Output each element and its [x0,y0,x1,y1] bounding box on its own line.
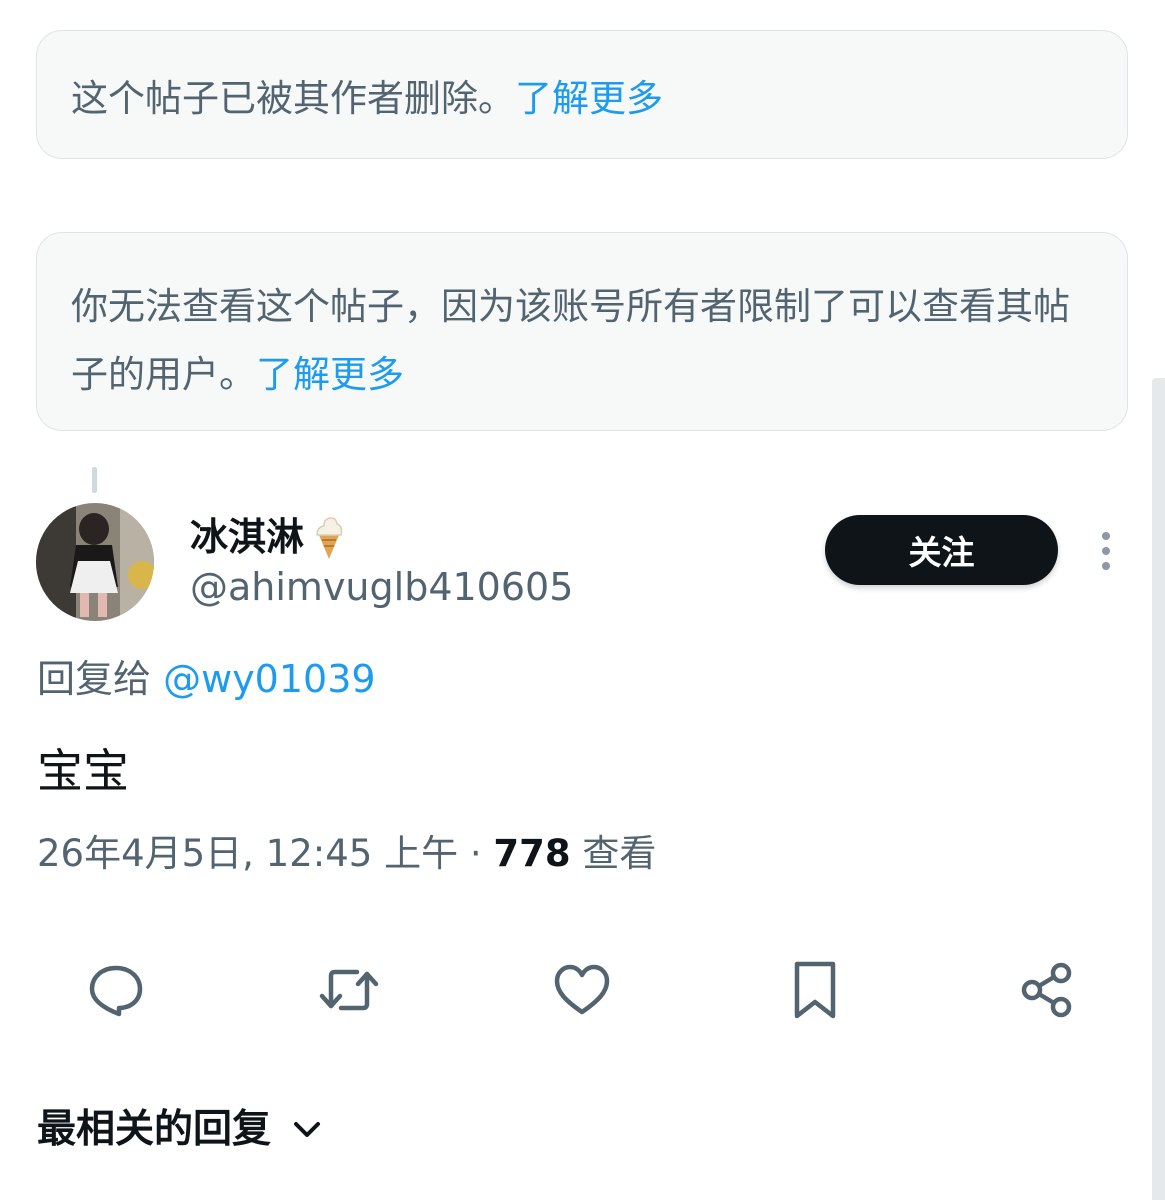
like-icon [554,964,610,1015]
more-options-button[interactable] [1091,530,1121,572]
repost-icon [319,969,379,1011]
reply-to-prefix: 回复给 [37,657,152,701]
notice-text: 这个帖子已被其作者删除。 [71,77,515,120]
reply-button[interactable] [84,958,148,1022]
deleted-post-notice: 这个帖子已被其作者删除。了解更多 [36,30,1128,159]
display-name-text: 冰淇淋 [190,515,305,559]
post-text: 宝宝 [37,744,129,798]
post-timestamp[interactable]: 26年4月5日, 12:45 上午 [37,832,458,875]
learn-more-link[interactable]: 了解更多 [256,353,404,396]
author-display-name[interactable]: 冰淇淋 [190,512,346,562]
views-label: 查看 [582,832,657,875]
more-vertical-icon [1102,532,1110,570]
chevron-down-icon [294,1122,321,1137]
share-button[interactable] [1015,958,1079,1022]
author-handle[interactable]: @ahimvuglb410605 [190,562,573,612]
replies-sort-label: 最相关的回复 [37,1107,272,1152]
share-icon [1021,962,1072,1018]
meta-separator: · [469,832,482,875]
scrollbar[interactable] [1152,378,1165,1200]
post-meta: 26年4月5日, 12:45 上午 · 778 查看 [37,829,656,879]
like-button[interactable] [550,958,614,1022]
notice-text: 你无法查看这个帖子，因为该账号所有者限制了可以查看其帖子的用户。 [71,285,1070,396]
avatar-image [36,503,154,621]
reply-to-handle-link[interactable]: @wy01039 [163,657,375,701]
follow-button[interactable]: 关注 [825,515,1058,585]
reply-to-line: 回复给 @wy01039 [37,654,376,704]
views-count: 778 [493,832,571,875]
bookmark-button[interactable] [783,958,847,1022]
reply-icon [89,965,143,1017]
repost-button[interactable] [317,958,381,1022]
bookmark-icon [794,961,836,1019]
learn-more-link[interactable]: 了解更多 [515,77,663,120]
avatar[interactable] [36,503,154,621]
soft-ice-cream-icon [312,514,346,560]
thread-connector-line [92,467,97,493]
post-detail-page: 这个帖子已被其作者删除。了解更多 你无法查看这个帖子，因为该账号所有者限制了可以… [0,0,1165,1200]
replies-sort-toggle[interactable]: 最相关的回复 [37,1104,321,1156]
restricted-post-notice: 你无法查看这个帖子，因为该账号所有者限制了可以查看其帖子的用户。了解更多 [36,232,1128,431]
